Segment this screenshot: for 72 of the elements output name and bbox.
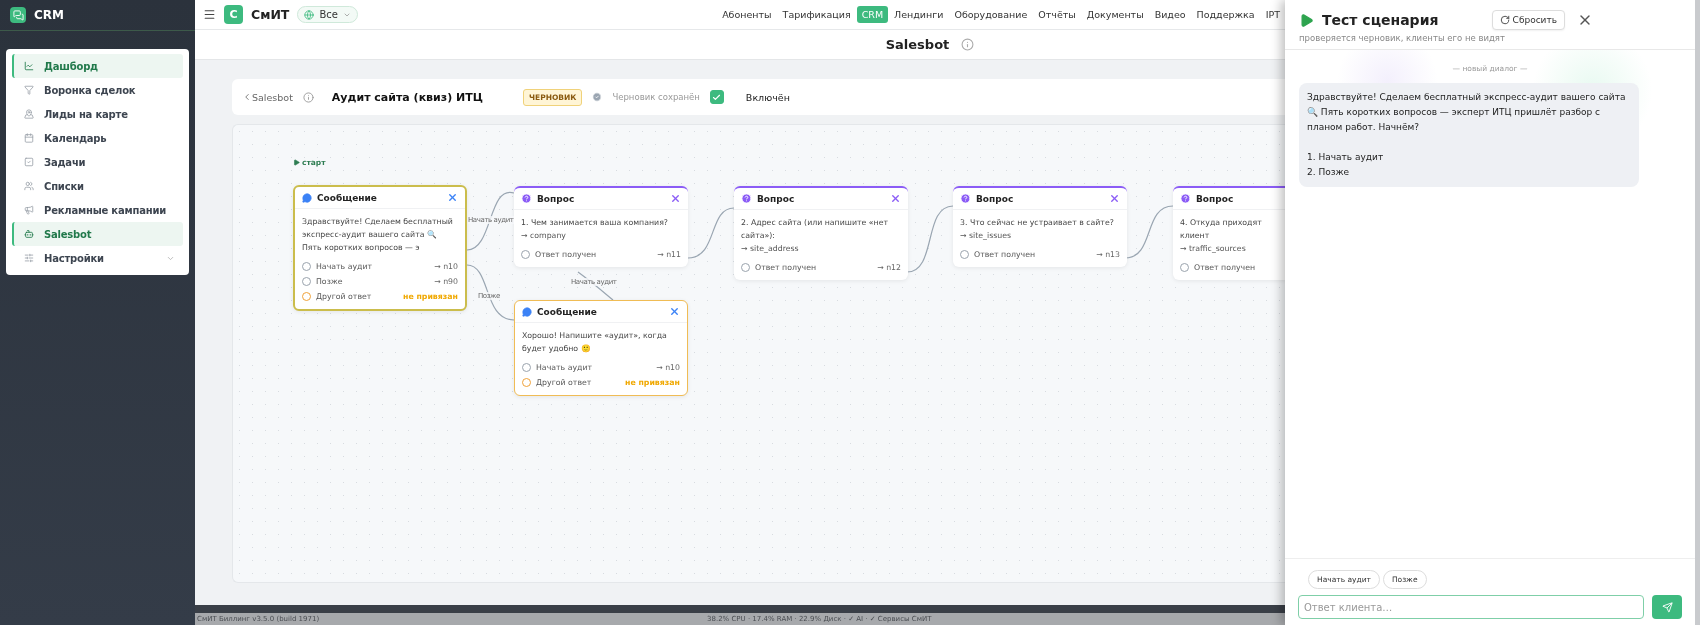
close-icon[interactable] — [447, 192, 458, 203]
sidebar-item[interactable]: Задачи — [12, 150, 183, 174]
nav-link[interactable]: IPT — [1260, 6, 1285, 23]
saved-status: Черновик сохранён — [612, 92, 700, 102]
sidebar-item[interactable]: Salesbot — [12, 222, 183, 246]
question-icon — [960, 193, 971, 204]
send-button[interactable] — [1652, 595, 1682, 619]
sidebar-item[interactable]: Лиды на карте — [12, 102, 183, 126]
node-title: Сообщение — [537, 306, 598, 317]
chat-logo-icon — [10, 7, 26, 23]
sidebar-item[interactable]: Календарь — [12, 126, 183, 150]
send-icon — [1661, 601, 1673, 613]
chat-bubble-icon — [522, 306, 532, 317]
menu-icon[interactable] — [203, 8, 216, 21]
info-icon[interactable] — [302, 91, 314, 103]
nav-link[interactable]: Видео — [1149, 6, 1191, 23]
people-icon — [24, 181, 34, 191]
info-icon[interactable] — [961, 38, 975, 51]
back-link[interactable]: Salesbot — [242, 91, 293, 103]
question-icon — [1180, 193, 1191, 204]
play-icon — [293, 159, 300, 166]
funnel-icon — [24, 85, 34, 95]
chat-bubble-icon — [302, 192, 312, 203]
node-title: Вопрос — [976, 193, 1015, 204]
play-icon — [1299, 12, 1314, 28]
close-icon[interactable] — [670, 193, 681, 204]
sliders-icon — [24, 253, 34, 263]
scenario-title: Аудит сайта (квиз) ИТЦ — [331, 90, 483, 104]
scope-dropdown[interactable]: Все — [297, 6, 358, 23]
check-circle-icon — [592, 92, 603, 102]
close-icon[interactable] — [1109, 193, 1120, 204]
robot-icon — [24, 229, 34, 239]
map-pin-icon — [24, 109, 34, 119]
logo: С — [224, 5, 243, 24]
nav-link[interactable]: Документы — [1081, 6, 1149, 23]
question-icon — [521, 193, 532, 204]
sidebar-item[interactable]: Списки — [12, 174, 183, 198]
reset-button[interactable]: Сбросить — [1491, 10, 1565, 30]
enabled-checkbox[interactable] — [709, 90, 724, 104]
sidebar-item[interactable]: Настройки — [12, 246, 183, 270]
refresh-icon — [1499, 15, 1510, 25]
chevron-left-icon — [242, 92, 252, 102]
enabled-label: Включён — [745, 91, 790, 103]
nav-link[interactable]: Тарификация — [777, 6, 856, 23]
sidebar-item[interactable]: Дашборд — [12, 54, 183, 78]
sidebar-item[interactable]: Рекламные кампании — [12, 198, 183, 222]
node-title: Сообщение — [317, 192, 378, 203]
close-icon[interactable] — [890, 193, 901, 204]
node-title: Вопрос — [1196, 193, 1235, 204]
checkbox-icon — [24, 157, 34, 167]
chart-icon — [24, 61, 34, 71]
reply-input[interactable]: Ответ клиента… — [1298, 595, 1644, 619]
node-title: Вопрос — [537, 193, 576, 204]
nav-link[interactable]: Поддержка — [1191, 6, 1260, 23]
bot-message: Здравствуйте! Сделаем бесплатный экспресс-аудит вашего сайта 🔍 Пять коротких вопросов — эксперт ИТЦ пришлёт разбор с планом работ. Начнём? 1. Начать аудит 2. Позже — [1299, 83, 1639, 187]
globe-icon — [304, 9, 315, 20]
close-icon[interactable] — [669, 306, 680, 317]
nav-link[interactable]: Отчёты — [1033, 6, 1081, 23]
calendar-icon — [24, 133, 34, 143]
panel-title: Тест сценария — [1322, 12, 1439, 28]
brand-name: СмИТ — [251, 7, 290, 22]
megaphone-icon — [24, 205, 34, 215]
sidebar-item[interactable]: Воронка сделок — [12, 78, 183, 102]
nav-link[interactable]: Лендинги — [889, 6, 949, 23]
node-title: Вопрос — [757, 193, 796, 204]
panel-subtitle: проверяется черновик, клиенты его не видят — [1299, 33, 1506, 43]
page-title: Salesbot — [885, 37, 950, 52]
nav-link[interactable]: Оборудование — [949, 6, 1033, 23]
question-icon — [741, 193, 752, 204]
check-icon — [712, 92, 722, 102]
nav-link[interactable]: Абоненты — [717, 6, 777, 23]
sidebar-brand: CRM — [34, 8, 64, 22]
